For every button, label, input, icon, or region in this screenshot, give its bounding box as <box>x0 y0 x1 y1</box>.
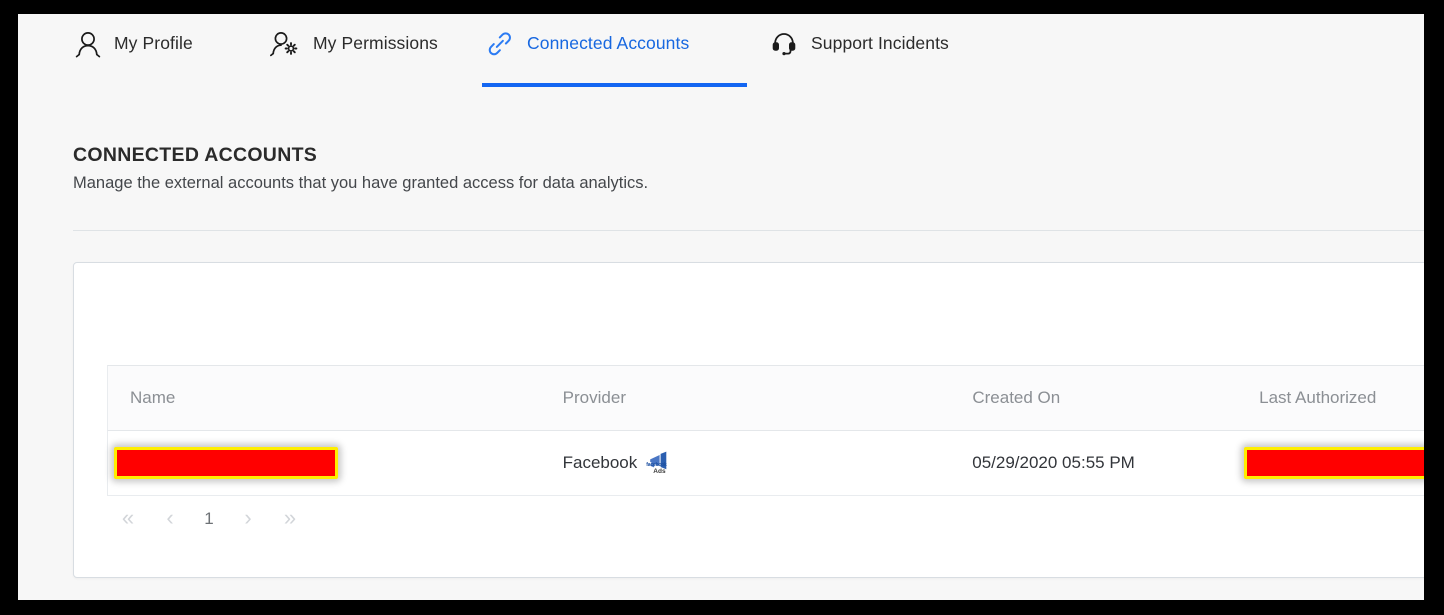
screenshot-right-frame <box>1424 0 1444 615</box>
tab-label: My Permissions <box>313 33 438 53</box>
tab-bar: My Profile My Permissions Connected Acco… <box>18 14 1424 87</box>
facebook-ads-icon: facebook Ads <box>646 450 672 476</box>
active-tab-underline <box>482 83 747 87</box>
column-header-created-on: Created On <box>972 388 1061 407</box>
table-header-row: Name Provider Created On Last Authorized <box>107 365 1424 431</box>
tab-my-permissions[interactable]: My Permissions <box>268 14 440 73</box>
column-header-name: Name <box>130 388 176 407</box>
pagination-next-button[interactable]: › <box>227 507 269 529</box>
connected-accounts-table: Name Provider Created On Last Authorized… <box>107 365 1424 496</box>
pagination: « ‹ 1 › » <box>107 496 311 540</box>
heading-divider <box>73 230 1424 231</box>
tab-connected-accounts[interactable]: Connected Accounts <box>488 14 691 73</box>
page-title: CONNECTED ACCOUNTS <box>73 144 318 166</box>
cell-last-authorized <box>1237 447 1424 479</box>
cell-name <box>108 447 541 479</box>
tab-label: Support Incidents <box>811 33 949 53</box>
tab-label: Connected Accounts <box>527 33 690 53</box>
headset-icon <box>770 30 798 58</box>
column-header-last-authorized: Last Authorized <box>1259 388 1377 407</box>
person-icon <box>75 30 101 58</box>
page-subtitle: Manage the external accounts that you ha… <box>73 174 649 192</box>
person-gear-icon <box>270 30 300 58</box>
page-heading: CONNECTED ACCOUNTS Manage the external a… <box>73 144 973 193</box>
ads-wordmark: Ads <box>653 468 666 475</box>
redaction-box-last-authorized <box>1244 447 1424 479</box>
tab-support-incidents[interactable]: Support Incidents <box>768 14 951 73</box>
redaction-box-name <box>114 447 338 479</box>
pagination-last-button[interactable]: » <box>269 507 311 529</box>
cell-created-on: 05/29/2020 05:55 PM <box>972 453 1135 472</box>
application-viewport: My Profile My Permissions Connected Acco… <box>18 14 1424 600</box>
pagination-previous-button[interactable]: ‹ <box>149 507 191 529</box>
table-row[interactable]: Facebook facebook Ads 05/29/2020 05:55 P… <box>107 431 1424 496</box>
pagination-page-1[interactable]: 1 <box>191 510 227 527</box>
column-header-provider: Provider <box>562 388 626 407</box>
provider-label: Facebook <box>562 453 638 472</box>
cell-provider: Facebook facebook Ads <box>541 450 951 476</box>
link-chain-icon <box>486 30 514 58</box>
tab-my-profile[interactable]: My Profile <box>73 14 195 73</box>
pagination-first-button[interactable]: « <box>107 507 149 529</box>
connected-accounts-card: Name Provider Created On Last Authorized… <box>73 262 1424 578</box>
screenshot-frame: My Profile My Permissions Connected Acco… <box>0 0 1444 615</box>
tab-label: My Profile <box>114 33 193 53</box>
